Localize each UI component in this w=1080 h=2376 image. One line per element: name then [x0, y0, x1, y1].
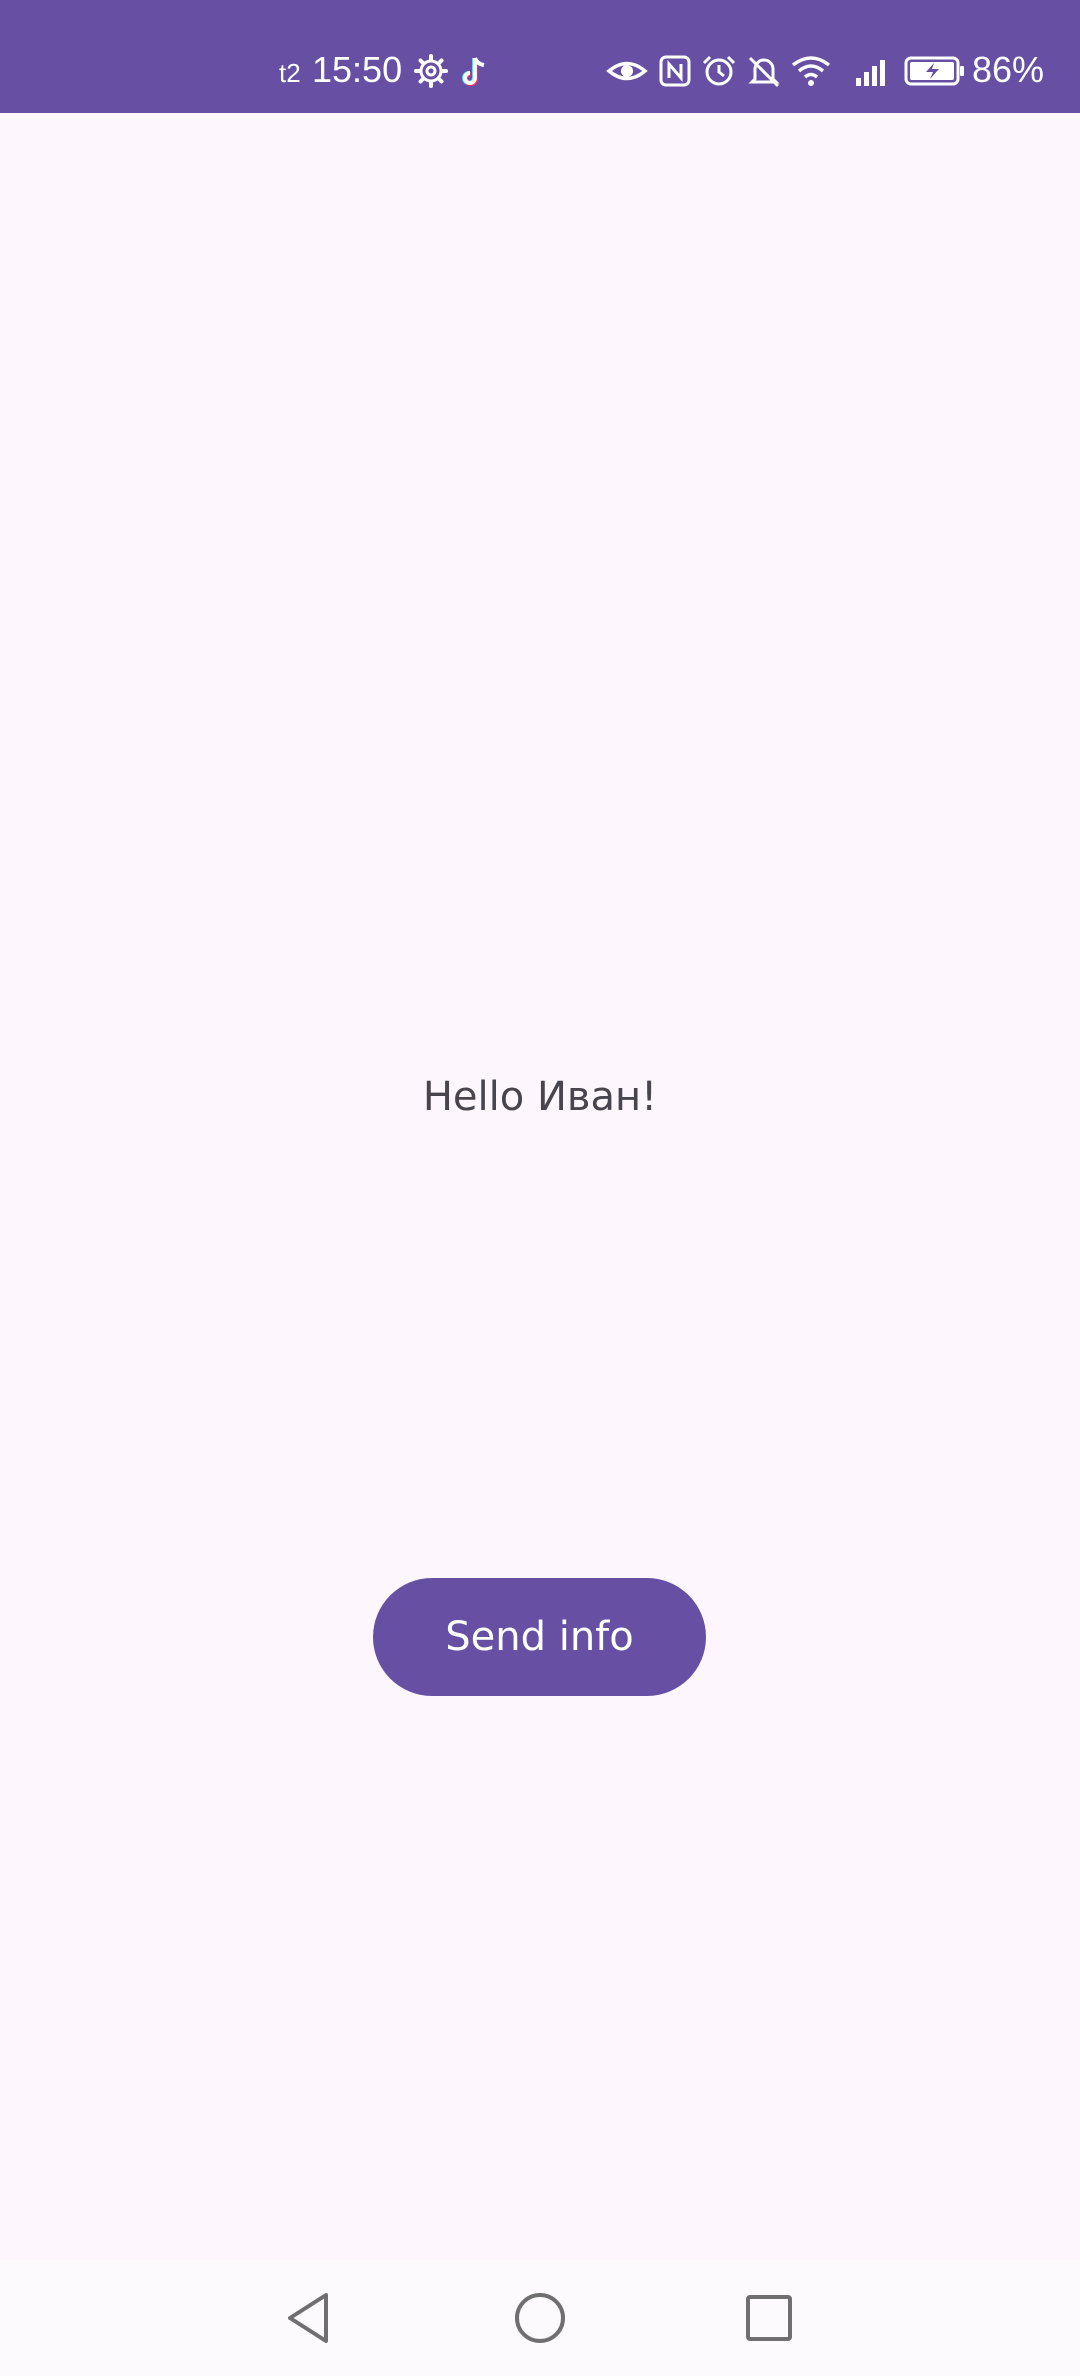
home-icon[interactable]	[507, 2285, 573, 2351]
back-icon[interactable]	[276, 2285, 342, 2351]
carrier-label: t2	[279, 58, 301, 88]
gear-icon	[414, 54, 448, 88]
greeting-text: Hello Иван!	[422, 1074, 658, 1120]
wifi-icon	[791, 56, 831, 86]
nfc-icon	[659, 55, 691, 87]
tiktok-icon	[462, 57, 485, 86]
navigation-bar	[0, 2260, 1080, 2376]
recents-icon[interactable]	[736, 2285, 802, 2351]
eye-icon	[606, 61, 648, 81]
signal-icon	[856, 60, 885, 86]
status-time: 15:50	[312, 49, 403, 90]
send-info-button[interactable]: Send info	[373, 1578, 706, 1696]
battery-percent: 86%	[972, 49, 1045, 90]
status-bar: t2 15:50 86%	[0, 0, 1080, 113]
main-content: Hello Иван! Send info	[0, 113, 1080, 2260]
battery-charging-icon	[904, 56, 964, 86]
bell-off-icon	[748, 56, 780, 88]
alarm-icon	[702, 55, 736, 86]
